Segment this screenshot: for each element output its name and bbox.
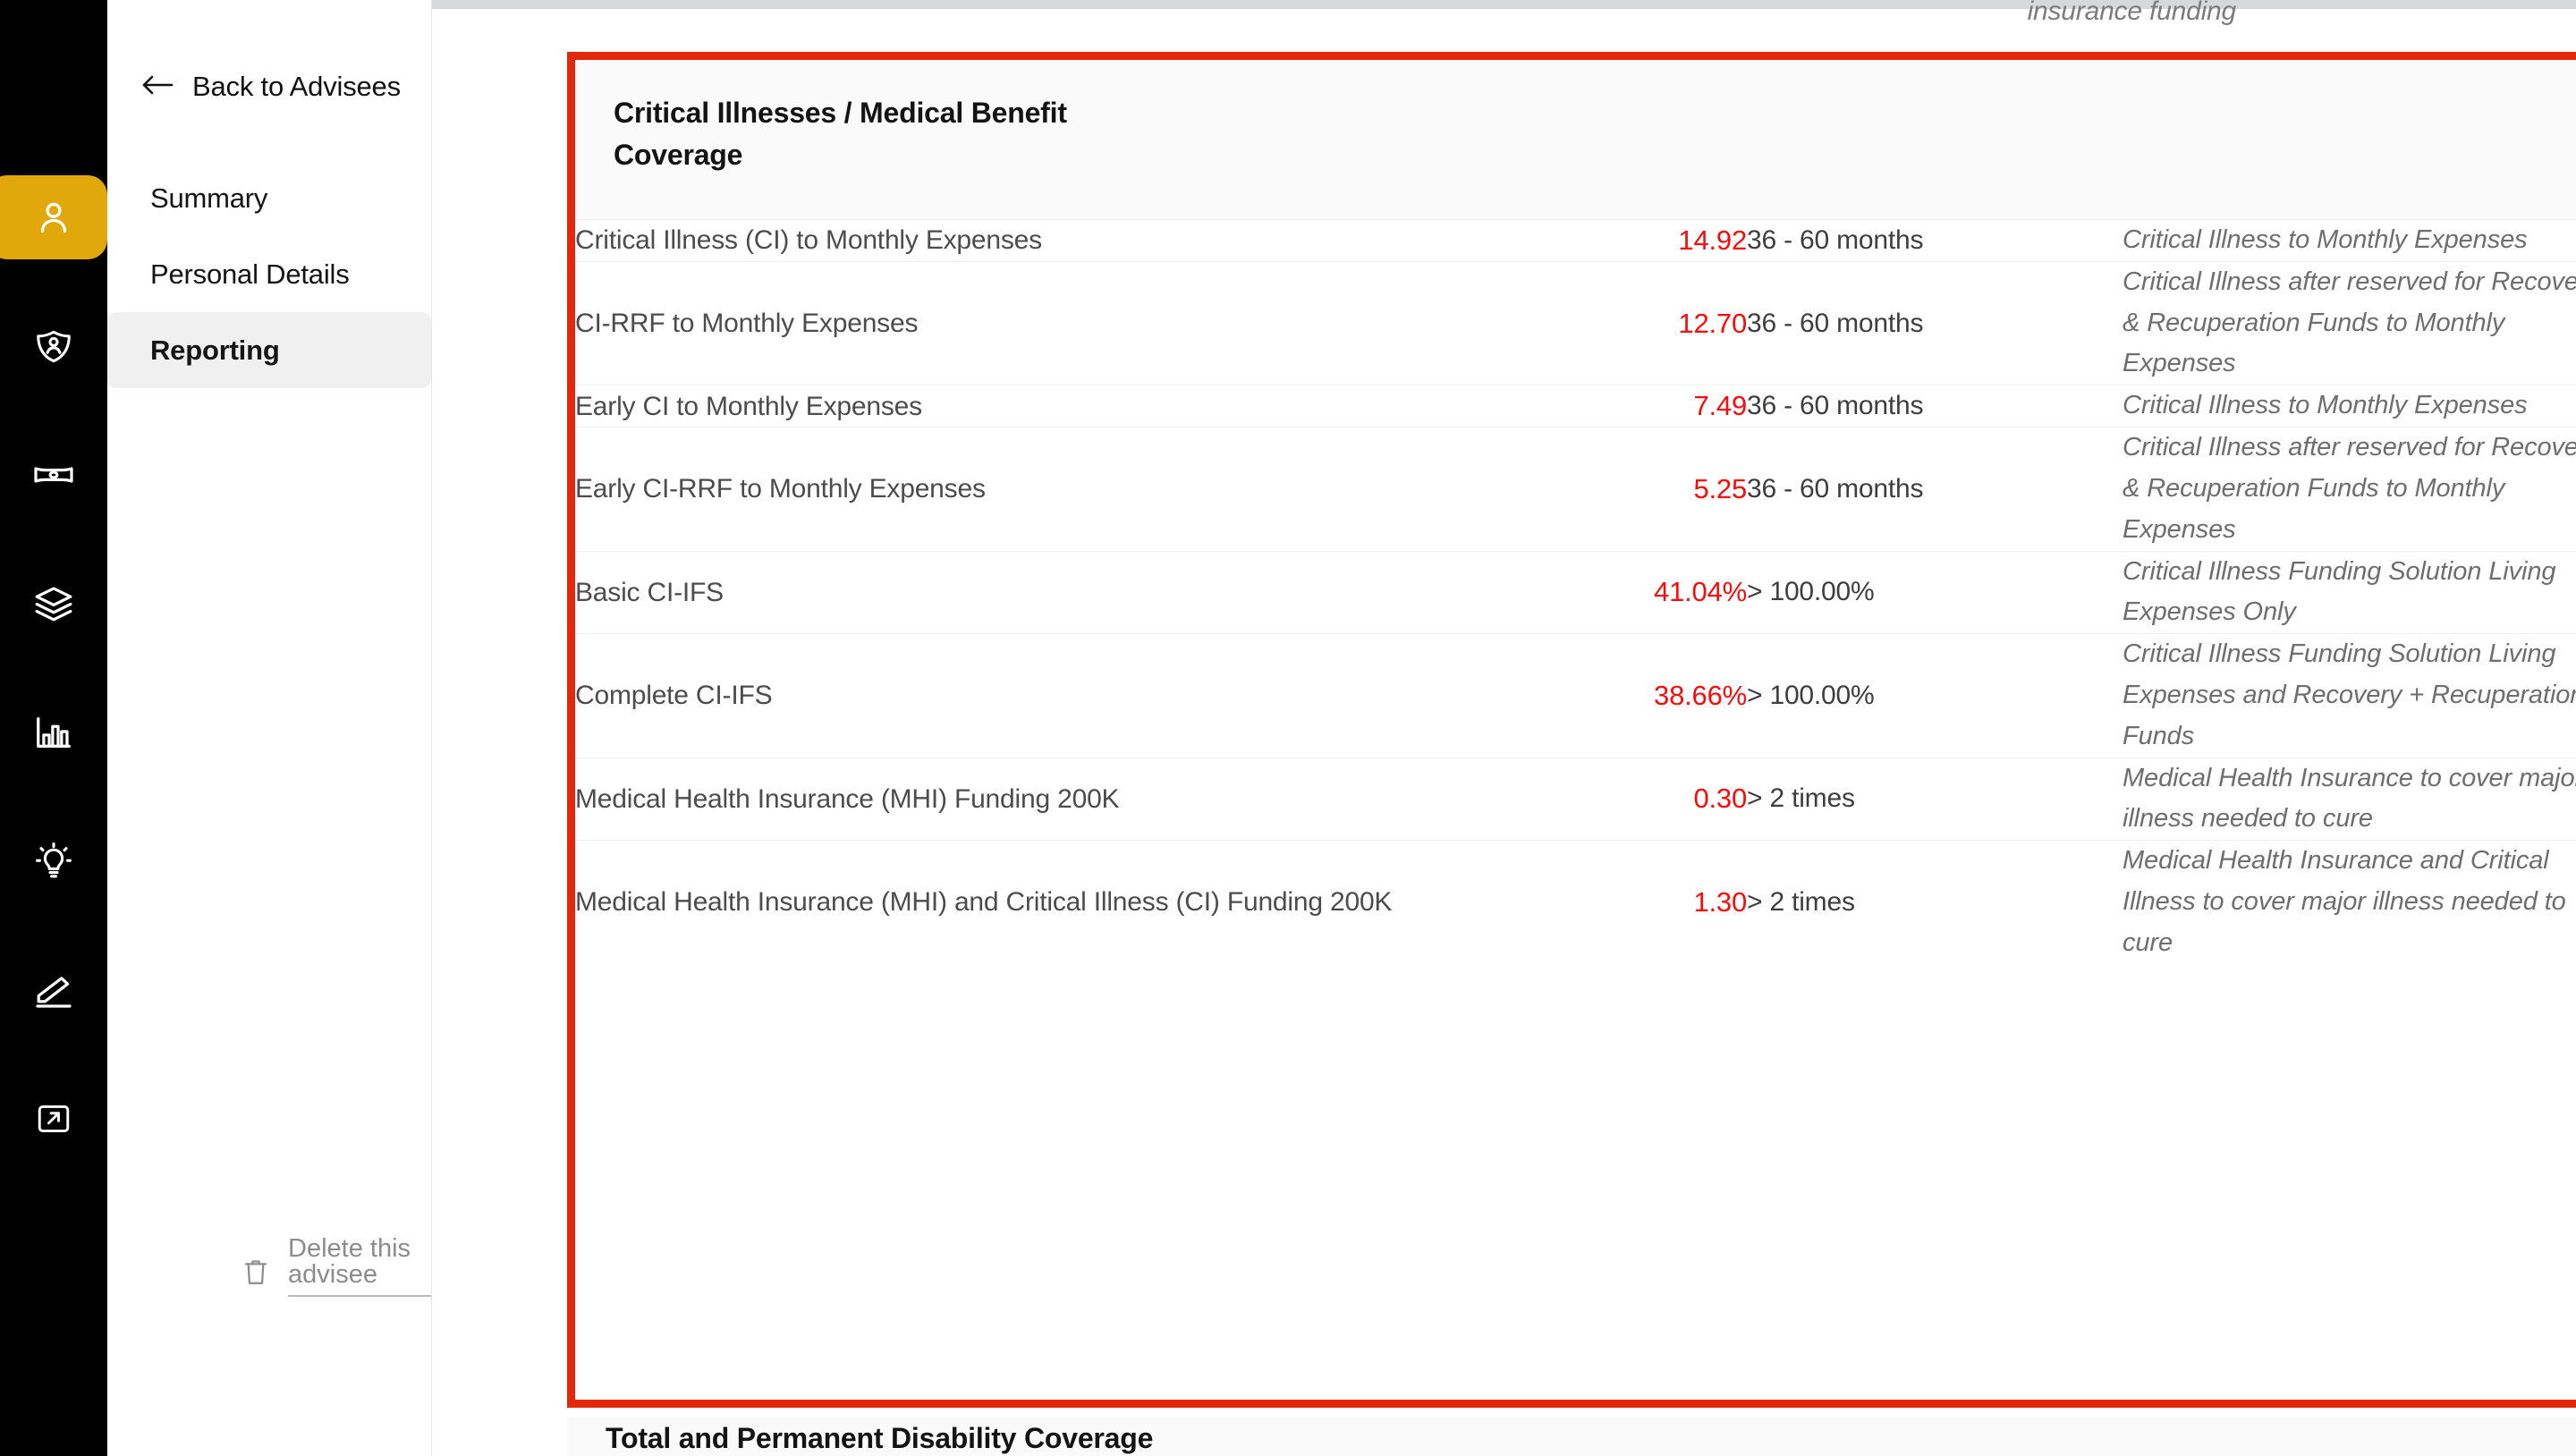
sidebar-item-summary[interactable]: Summary bbox=[107, 160, 431, 236]
row-benchmark: 36 - 60 months bbox=[1747, 427, 2123, 552]
sidebar-item-reporting[interactable]: Reporting bbox=[107, 312, 431, 388]
row-benchmark: 36 - 60 months bbox=[1747, 261, 2123, 386]
lightbulb-icon bbox=[32, 840, 75, 883]
shield-person-icon bbox=[33, 326, 74, 367]
rail-item-signout[interactable] bbox=[0, 1077, 107, 1161]
rail-item-cashflow[interactable] bbox=[0, 433, 107, 517]
back-to-advisees-link[interactable]: Back to Advisees bbox=[107, 64, 431, 109]
row-description: Critical Illness to Monthly Expenses bbox=[2123, 220, 2576, 262]
row-benchmark: > 2 times bbox=[1747, 758, 2123, 842]
primary-icon-rail bbox=[0, 0, 107, 1456]
row-value: 14.92 bbox=[1505, 220, 1747, 262]
table-row[interactable]: Medical Health Insurance (MHI) and Criti… bbox=[575, 841, 2576, 964]
sidebar-item-personal-details[interactable]: Personal Details bbox=[107, 236, 431, 312]
row-value: 38.66% bbox=[1505, 633, 1747, 758]
row-value: 41.04% bbox=[1505, 551, 1747, 635]
row-benchmark: > 2 times bbox=[1747, 886, 1855, 917]
row-description: Critical Illness after reserved for Reco… bbox=[2123, 261, 2576, 386]
rail-item-protection[interactable] bbox=[0, 304, 107, 388]
row-value: 5.25 bbox=[1505, 427, 1747, 552]
trash-icon bbox=[242, 1257, 270, 1292]
rail-item-planning[interactable] bbox=[0, 948, 107, 1032]
coverage-card: Critical Illnesses / Medical Benefit Cov… bbox=[575, 60, 2576, 1400]
row-description: Critical Illness Funding Solution Living… bbox=[2123, 633, 2576, 758]
row-label: Critical Illness (CI) to Monthly Expense… bbox=[575, 220, 1505, 262]
delete-advisee-label: Delete this advisee bbox=[288, 1236, 431, 1297]
table-row[interactable]: Complete CI-IFS 38.66% > 100.00% Critica… bbox=[575, 633, 2576, 758]
pencil-icon bbox=[32, 969, 75, 1012]
bar-chart-icon bbox=[33, 712, 74, 753]
table-row[interactable]: Critical Illness (CI) to Monthly Expense… bbox=[575, 220, 2576, 262]
row-label: Early CI-RRF to Monthly Expenses bbox=[575, 427, 1505, 552]
table-row[interactable]: Basic CI-IFS 41.04% > 100.00% Critical I… bbox=[575, 551, 2576, 635]
row-description: Critical Illness Funding Solution Living… bbox=[2123, 551, 2576, 635]
main-content: insurance funding Critical Illnesses / M… bbox=[432, 0, 2576, 1456]
logout-icon bbox=[34, 1099, 73, 1139]
table-row[interactable]: Early CI to Monthly Expenses 7.49 36 - 6… bbox=[575, 385, 2576, 428]
table-row[interactable]: Medical Health Insurance (MHI) Funding 2… bbox=[575, 758, 2576, 842]
top-strip bbox=[432, 0, 2576, 9]
advisee-side-panel: Back to Advisees Summary Personal Detail… bbox=[107, 0, 432, 1456]
row-label: Medical Health Insurance (MHI) Funding 2… bbox=[575, 758, 1505, 842]
row-benchmark: 36 - 60 months bbox=[1747, 220, 2123, 262]
table-row[interactable]: Early CI-RRF to Monthly Expenses 5.25 36… bbox=[575, 427, 2576, 552]
row-value: 0.30 bbox=[1505, 758, 1747, 842]
row-label: Early CI to Monthly Expenses bbox=[575, 385, 1505, 428]
row-value: 12.70 bbox=[1505, 261, 1747, 386]
rail-item-assets[interactable] bbox=[0, 562, 107, 646]
rail-item-analytics[interactable] bbox=[0, 690, 107, 775]
delete-advisee-button[interactable]: Delete this advisee bbox=[242, 1236, 431, 1297]
card-header: Critical Illnesses / Medical Benefit Cov… bbox=[575, 60, 2576, 220]
arrow-left-icon bbox=[140, 73, 174, 101]
clipped-previous-section-text: insurance funding bbox=[2027, 0, 2237, 26]
row-benchmark: 36 - 60 months bbox=[1747, 385, 2123, 428]
row-benchmark: > 100.00% bbox=[1747, 551, 2123, 635]
row-description: Critical Illness to Monthly Expenses bbox=[2123, 385, 2576, 428]
row-description: Medical Health Insurance and Critical Il… bbox=[2123, 846, 2566, 957]
row-value: 1.30 bbox=[1693, 885, 1747, 918]
row-value: 7.49 bbox=[1505, 385, 1747, 428]
sidebar-item-label: Summary bbox=[150, 182, 268, 214]
highlight-frame: Critical Illnesses / Medical Benefit Cov… bbox=[567, 52, 2576, 1408]
row-description: Critical Illness after reserved for Reco… bbox=[2123, 427, 2576, 552]
table-row[interactable]: CI-RRF to Monthly Expenses 12.70 36 - 60… bbox=[575, 261, 2576, 386]
rail-item-advisees[interactable] bbox=[0, 175, 107, 259]
row-label: Complete CI-IFS bbox=[575, 633, 1505, 758]
row-label: CI-RRF to Monthly Expenses bbox=[575, 261, 1505, 386]
rail-item-insights[interactable] bbox=[0, 819, 107, 903]
banknote-icon bbox=[32, 453, 75, 496]
next-section-title: Total and Permanent Disability Coverage bbox=[606, 1422, 1154, 1454]
coverage-table: Critical Illness (CI) to Monthly Expense… bbox=[575, 220, 2576, 964]
row-label: Basic CI-IFS bbox=[575, 551, 1505, 635]
person-icon bbox=[33, 197, 74, 238]
card-title: Critical Illnesses / Medical Benefit Cov… bbox=[614, 97, 1067, 171]
row-label: Medical Health Insurance (MHI) and Criti… bbox=[575, 887, 1393, 918]
row-description: Medical Health Insurance to cover major … bbox=[2123, 758, 2576, 842]
sidebar-item-label: Personal Details bbox=[150, 258, 350, 290]
coverage-table-body: Critical Illness (CI) to Monthly Expense… bbox=[575, 220, 2576, 964]
row-benchmark: > 100.00% bbox=[1747, 633, 2123, 758]
next-section-preview: Total and Permanent Disability Coverage bbox=[567, 1417, 2576, 1456]
layers-icon bbox=[32, 582, 75, 625]
back-to-advisees-label: Back to Advisees bbox=[192, 71, 401, 102]
app-root: Back to Advisees Summary Personal Detail… bbox=[0, 0, 2576, 1456]
advisee-nav-list: Summary Personal Details Reporting bbox=[107, 160, 431, 388]
sidebar-item-label: Reporting bbox=[150, 334, 280, 366]
